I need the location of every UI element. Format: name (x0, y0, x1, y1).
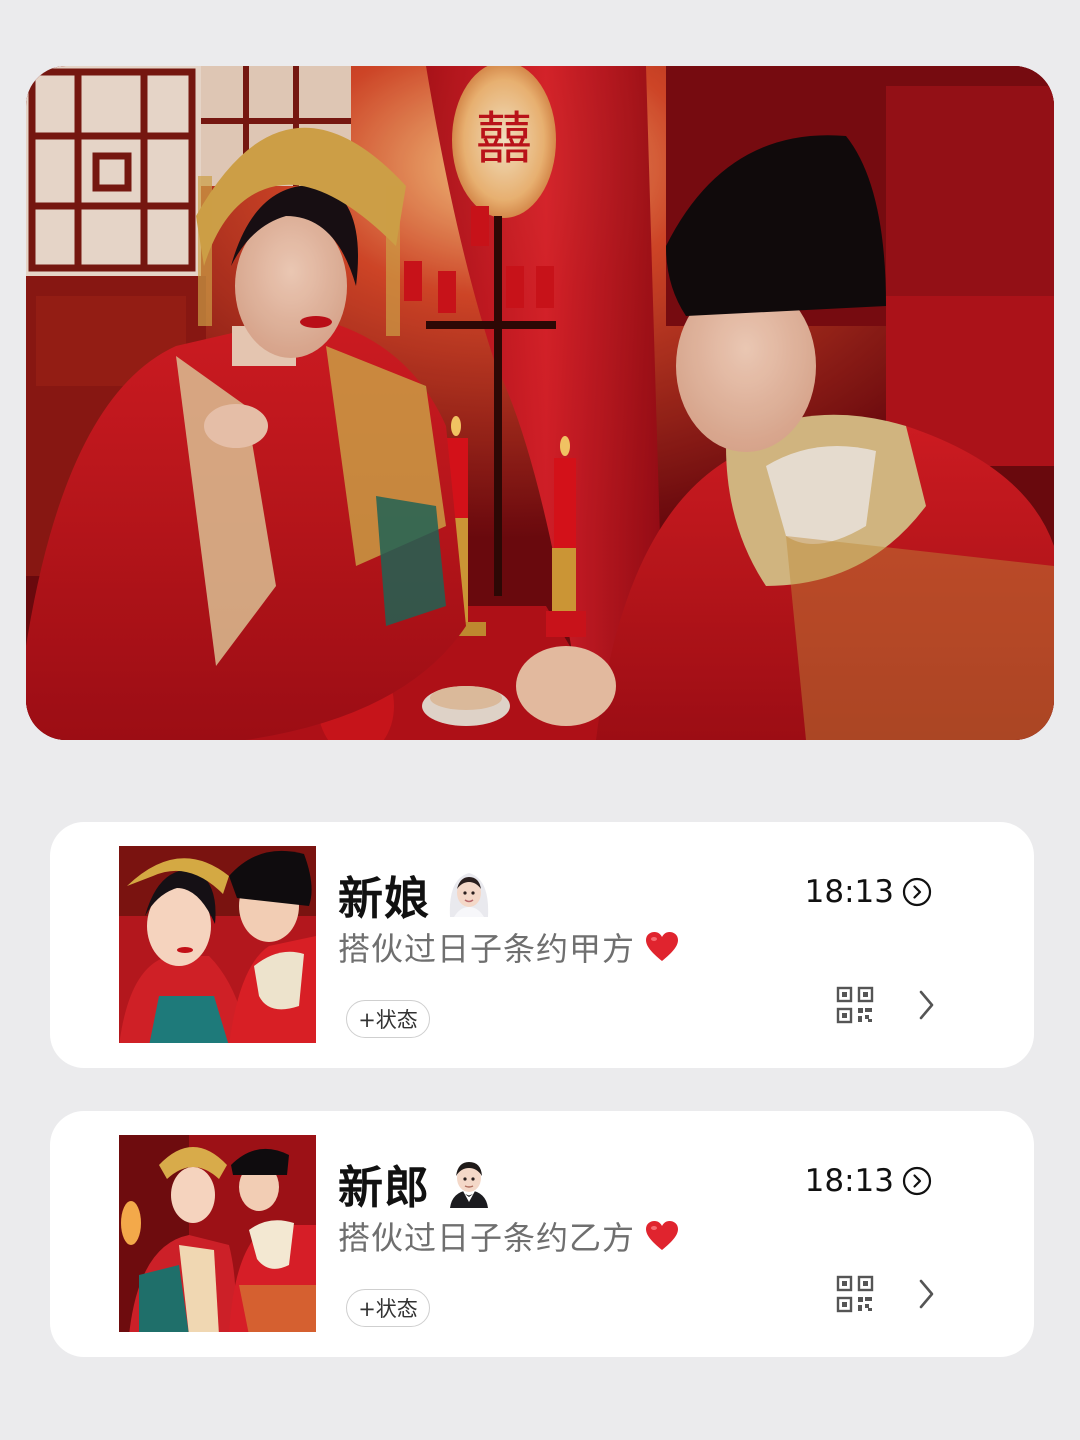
time-row[interactable]: 18:13 (805, 872, 932, 912)
avatar[interactable] (119, 846, 316, 1043)
red-heart-icon (645, 931, 679, 963)
time-row[interactable]: 18:13 (805, 1161, 932, 1201)
qr-code-icon[interactable] (836, 986, 874, 1024)
chevron-right-icon[interactable] (914, 1277, 938, 1311)
bride-with-veil-icon (446, 869, 492, 919)
chevron-right-icon[interactable] (914, 988, 938, 1022)
add-status-button[interactable]: +状态 (346, 1000, 430, 1038)
subtitle-row: 搭伙过日子条约乙方 (338, 1213, 679, 1259)
subtitle-row: 搭伙过日子条约甲方 (338, 924, 679, 970)
circle-chevron-icon[interactable] (902, 1166, 932, 1196)
profile-subtitle: 搭伙过日子条约乙方 (338, 1219, 636, 1257)
timestamp: 18:13 (804, 874, 894, 910)
profile-name: 新娘 (338, 871, 431, 925)
avatar[interactable] (119, 1135, 316, 1332)
timestamp: 18:13 (804, 1163, 894, 1199)
groom-in-tuxedo-icon (446, 1158, 492, 1208)
profile-subtitle: 搭伙过日子条约甲方 (338, 930, 636, 968)
name-row: 新郎 (338, 1151, 492, 1215)
profile-card-groom[interactable]: 新郎 搭伙过日子条约乙方 +状态 18:13 (50, 1111, 1034, 1357)
circle-chevron-icon[interactable] (902, 877, 932, 907)
profile-card-bride[interactable]: 新娘 搭伙过日子条约甲方 +状态 18:13 (50, 822, 1034, 1068)
add-status-button[interactable]: +状态 (346, 1289, 430, 1327)
hero-wedding-photo: 囍 (26, 66, 1054, 740)
name-row: 新娘 (338, 862, 492, 926)
red-heart-icon (645, 1220, 679, 1252)
qr-code-icon[interactable] (836, 1275, 874, 1313)
profile-name: 新郎 (338, 1160, 431, 1214)
